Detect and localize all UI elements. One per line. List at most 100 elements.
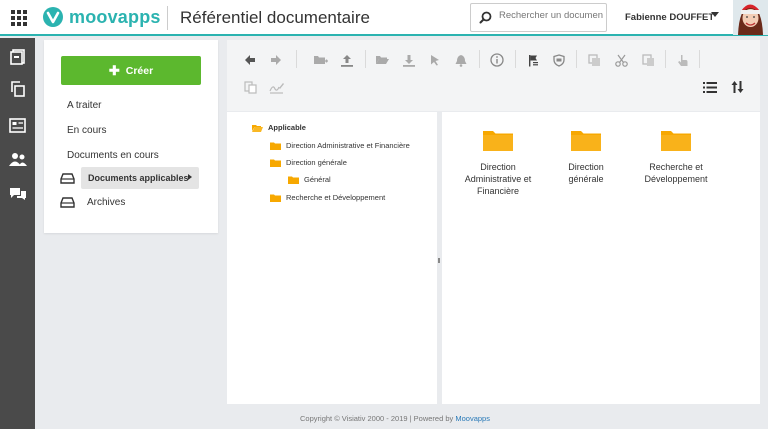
- flag-icon: [529, 54, 538, 66]
- folder-icon: [270, 194, 281, 202]
- folder-icon: [571, 131, 601, 151]
- rail-users[interactable]: [0, 144, 35, 174]
- nav-item-a-traiter[interactable]: A traiter: [67, 100, 101, 111]
- touch-button[interactable]: [674, 51, 692, 69]
- copy-icon: [10, 81, 25, 97]
- sort-button[interactable]: [728, 78, 746, 96]
- toolbar: [227, 40, 760, 111]
- hand-pointer-icon: [678, 54, 688, 66]
- documents-icon: [9, 49, 25, 65]
- folder-icon: [270, 159, 281, 167]
- chat-icon: [9, 187, 26, 200]
- move-button[interactable]: [426, 51, 444, 69]
- paste-button[interactable]: [639, 51, 657, 69]
- rail-news[interactable]: [0, 110, 35, 140]
- duplicate-button[interactable]: [585, 51, 603, 69]
- new-folder-icon: [313, 56, 328, 64]
- top-header: moovapps Référentiel documentaire Fabien…: [0, 0, 768, 36]
- nav-panel: ✚ Créer A traiter En cours Documents en …: [44, 40, 218, 233]
- list-view-button[interactable]: [701, 78, 719, 96]
- chevron-down-icon[interactable]: [711, 12, 719, 17]
- nav-item-archives[interactable]: Archives: [87, 197, 125, 208]
- users-icon: [8, 152, 27, 166]
- footer-copyright: Copyright © Visiativ 2000 - 2019 | Power…: [300, 414, 454, 423]
- tree-item-rd[interactable]: Recherche et Développement: [270, 193, 385, 202]
- rail-chat[interactable]: [0, 178, 35, 208]
- app-grid-icon[interactable]: [11, 10, 27, 26]
- arrow-right-icon: [271, 55, 281, 65]
- search-box[interactable]: [470, 3, 607, 32]
- tree-item-daf[interactable]: Direction Administrative et Financière: [270, 141, 410, 150]
- rail-copy[interactable]: [0, 74, 35, 104]
- footer-link[interactable]: Moovapps: [455, 414, 490, 423]
- folder-icon: [483, 131, 513, 151]
- upload-button[interactable]: [338, 51, 356, 69]
- rail-documents[interactable]: [0, 42, 35, 72]
- folder-tile-rd[interactable]: Recherche et Développement: [635, 130, 717, 185]
- nav-item-en-cours[interactable]: En cours: [67, 125, 106, 136]
- tree-item-general[interactable]: Général: [288, 175, 331, 184]
- header-divider: [167, 6, 168, 30]
- plus-icon: ✚: [108, 62, 120, 78]
- sort-icon: [731, 81, 743, 93]
- avatar[interactable]: [733, 0, 768, 35]
- download-button[interactable]: [400, 51, 418, 69]
- side-rail: [0, 38, 35, 429]
- tree-item-direction-generale[interactable]: Direction générale: [270, 158, 347, 167]
- toolbar-divider: [576, 50, 577, 68]
- tree-item-label: Direction générale: [286, 158, 347, 167]
- info-button[interactable]: [488, 51, 506, 69]
- notify-button[interactable]: [452, 51, 470, 69]
- folder-icon: [288, 176, 299, 184]
- upload-icon: [341, 54, 353, 67]
- create-button[interactable]: ✚ Créer: [61, 56, 201, 85]
- page-title: Référentiel documentaire: [180, 8, 370, 27]
- arrow-left-icon: [245, 55, 255, 65]
- folder-tile-direction-generale[interactable]: Direction générale: [546, 130, 626, 185]
- folder-tile-daf[interactable]: Direction Administrative et Financière: [458, 130, 538, 197]
- tree-root-applicable[interactable]: Applicable: [252, 123, 306, 132]
- user-avatar-icon: [733, 0, 768, 35]
- shield-button[interactable]: [550, 51, 568, 69]
- folder-label: Direction générale: [568, 162, 604, 184]
- bell-icon: [455, 54, 467, 67]
- download-icon: [403, 54, 415, 67]
- folder-icon: [270, 142, 281, 150]
- toolbar-divider: [665, 50, 666, 68]
- copy-doc-icon: [243, 80, 257, 94]
- drive-icon: [60, 197, 75, 208]
- sign-button[interactable]: [267, 78, 285, 96]
- new-folder-button[interactable]: [311, 51, 329, 69]
- nav-item-label: Documents applicables: [88, 173, 189, 183]
- list-icon: [703, 81, 717, 93]
- user-name[interactable]: Fabienne DOUFFET: [625, 12, 714, 23]
- footer: Copyright © Visiativ 2000 - 2019 | Power…: [0, 414, 768, 423]
- flag-button[interactable]: [524, 51, 542, 69]
- search-icon: [479, 11, 492, 24]
- signature-icon: [268, 82, 284, 94]
- caret-right-icon: [188, 174, 192, 180]
- forward-button[interactable]: [267, 51, 285, 69]
- open-button[interactable]: [373, 51, 391, 69]
- tree-item-label: Général: [304, 175, 331, 184]
- toolbar-divider: [515, 50, 516, 68]
- scissors-icon: [614, 54, 628, 67]
- folder-grid: Direction Administrative et Financière D…: [442, 112, 760, 404]
- back-button[interactable]: [241, 51, 259, 69]
- folder-open-icon: [375, 56, 389, 64]
- panel-resize-handle[interactable]: [438, 258, 440, 263]
- brand-logo[interactable]: moovapps: [42, 6, 161, 28]
- copy-doc-button[interactable]: [241, 78, 259, 96]
- shield-icon: [553, 53, 565, 67]
- drive-icon: [60, 173, 75, 184]
- paste-icon: [641, 53, 654, 66]
- nav-item-documents-en-cours[interactable]: Documents en cours: [67, 150, 159, 161]
- create-label: Créer: [125, 64, 154, 77]
- toolbar-divider: [365, 50, 366, 68]
- cut-button[interactable]: [612, 51, 630, 69]
- nav-item-documents-applicables[interactable]: Documents applicables: [81, 167, 199, 189]
- moovapps-logo-icon: [43, 7, 63, 27]
- search-input[interactable]: [499, 10, 603, 21]
- folder-open-icon: [252, 124, 263, 132]
- brand-name: moovapps: [69, 6, 161, 27]
